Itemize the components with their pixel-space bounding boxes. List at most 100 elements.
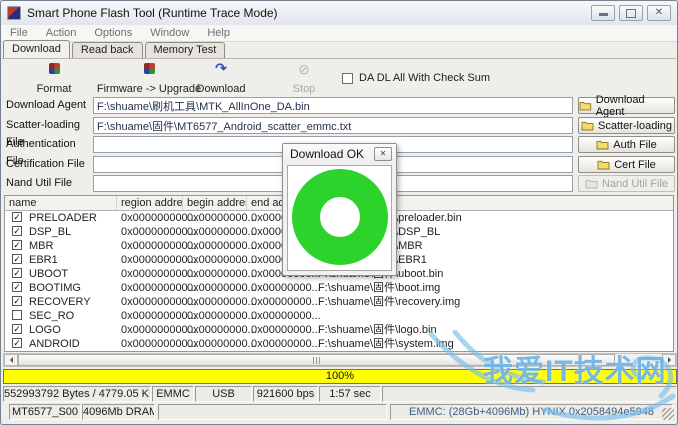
menu-action[interactable]: Action (37, 27, 86, 39)
cell-region: 0x000000000... (117, 309, 187, 323)
cell-location (314, 309, 675, 323)
menu-options[interactable]: Options (85, 27, 141, 39)
cell-begin: 0x00000000... (183, 239, 251, 253)
auth-file-label: Authentication File (6, 136, 92, 153)
cell-name: RECOVERY (25, 295, 121, 309)
folder-icon (596, 140, 609, 150)
title-bar: Smart Phone Flash Tool (Runtime Trace Mo… (1, 1, 677, 26)
header-region[interactable]: region address (117, 196, 183, 210)
download-label: Download (197, 83, 246, 95)
cell-region: 0x000000000... (117, 211, 187, 225)
format-button[interactable]: Format (23, 63, 85, 95)
folder-icon (579, 101, 592, 111)
cell-name: LOGO (25, 323, 121, 337)
cell-name: ANDROID (25, 337, 121, 351)
cell-begin: 0x00000000... (183, 309, 251, 323)
cell-region: 0x000000000... (117, 225, 187, 239)
status-port: USB (195, 386, 252, 402)
scroll-left-button[interactable] (4, 354, 18, 366)
minimize-button[interactable] (591, 5, 615, 21)
checksum-label: DA DL All With Check Sum (359, 72, 490, 84)
nand-util-label: Nand Util File (6, 175, 92, 192)
table-row[interactable]: RECOVERY0x000000000...0x00000000...0x000… (5, 295, 673, 309)
window-title: Smart Phone Flash Tool (Runtime Trace Mo… (27, 6, 278, 20)
download-agent-field[interactable] (93, 97, 573, 114)
menu-file[interactable]: File (1, 27, 37, 39)
header-name[interactable]: name (5, 196, 117, 210)
resize-grip[interactable] (662, 408, 674, 420)
cell-end: 0x00000000... (247, 323, 318, 337)
status-spacer (382, 386, 677, 402)
auth-browse-button[interactable]: Auth File (578, 136, 675, 153)
download-button[interactable]: ↷ Download (189, 63, 253, 95)
scroll-right-icon (668, 357, 674, 363)
row-checkbox[interactable] (12, 282, 22, 292)
firmware-upgrade-icon (144, 63, 155, 74)
row-checkbox[interactable] (12, 310, 22, 320)
status-spacer-2 (158, 404, 387, 420)
cell-region: 0x000000000... (117, 267, 187, 281)
cert-file-label: Certification File (6, 156, 92, 173)
cell-region: 0x000000000... (117, 253, 187, 267)
table-row[interactable]: ANDROID0x000000000...0x00000000...0x0000… (5, 337, 673, 351)
folder-icon (585, 179, 598, 189)
tab-memory-test[interactable]: Memory Test (145, 42, 226, 58)
tab-read-back[interactable]: Read back (72, 42, 143, 58)
cert-browse-button[interactable]: Cert File (578, 156, 675, 173)
tab-download[interactable]: Download (3, 40, 70, 58)
cell-location: F:\shuame\固件\recovery.img (314, 295, 675, 309)
dialog-close-icon: ✕ (380, 149, 387, 158)
row-checkbox[interactable] (12, 296, 22, 306)
status-time: 1:57 sec (319, 386, 381, 402)
cell-begin: 0x00000000... (183, 225, 251, 239)
close-button[interactable]: ✕ (647, 5, 671, 21)
maximize-button[interactable] (619, 5, 643, 21)
table-row[interactable]: SEC_RO0x000000000...0x00000000...0x00000… (5, 309, 673, 323)
row-checkbox[interactable] (12, 254, 22, 264)
row-checkbox[interactable] (12, 240, 22, 250)
status-bytes: 552993792 Bytes / 4779.05 KB (3, 386, 151, 402)
browse-button-label: Auth File (613, 139, 656, 151)
status-storage: EMMC (152, 386, 194, 402)
cell-name: SEC_RO (25, 309, 121, 323)
folder-icon (597, 160, 610, 170)
menu-help[interactable]: Help (198, 27, 239, 39)
header-begin[interactable]: begin address (183, 196, 247, 210)
status-emmc: EMMC: (28Gb+4096Mb) HYNIX 0x2058494e5948 (390, 404, 673, 420)
row-checkbox[interactable] (12, 324, 22, 334)
firmware-upgrade-label: Firmware -> Upgrade (97, 83, 201, 95)
cell-name: PRELOADER (25, 211, 121, 225)
status-chip: MT6577_S00 (9, 404, 81, 420)
nand-util-browse-button: Nand Util File (578, 175, 675, 192)
horizontal-scrollbar[interactable] (3, 353, 677, 367)
dialog-body (287, 165, 392, 271)
download-agent-label: Download Agent (6, 97, 92, 114)
cell-begin: 0x00000000... (183, 253, 251, 267)
row-checkbox[interactable] (12, 338, 22, 348)
row-checkbox[interactable] (12, 212, 22, 222)
scatter-file-field[interactable] (93, 117, 573, 134)
stop-icon: ⊘ (298, 63, 310, 75)
row-checkbox[interactable] (12, 226, 22, 236)
row-checkbox[interactable] (12, 268, 22, 278)
cell-name: MBR (25, 239, 121, 253)
scroll-right-button[interactable] (662, 354, 676, 366)
scatter-browse-button[interactable]: Scatter-loading (578, 117, 675, 134)
scrollbar-grip-icon (313, 357, 321, 364)
checksum-option[interactable]: DA DL All With Check Sum (342, 72, 490, 84)
download-ok-dialog: Download OK ✕ (282, 143, 397, 276)
table-row[interactable]: LOGO0x000000000...0x00000000...0x0000000… (5, 323, 673, 337)
checksum-checkbox[interactable] (342, 73, 353, 84)
scroll-left-icon (7, 357, 13, 363)
maximize-icon (626, 9, 636, 18)
cell-name: UBOOT (25, 267, 121, 281)
table-row[interactable]: BOOTIMG0x000000000...0x00000000...0x0000… (5, 281, 673, 295)
scrollbar-thumb[interactable] (18, 354, 615, 366)
cell-location: F:\shuame\固件\boot.img (314, 281, 675, 295)
cell-end: 0x00000000... (247, 337, 318, 351)
cell-region: 0x000000000... (117, 239, 187, 253)
cell-name: EBR1 (25, 253, 121, 267)
download-agent-browse-button[interactable]: Download Agent (578, 97, 675, 114)
menu-window[interactable]: Window (141, 27, 198, 39)
dialog-close-button[interactable]: ✕ (374, 147, 392, 161)
